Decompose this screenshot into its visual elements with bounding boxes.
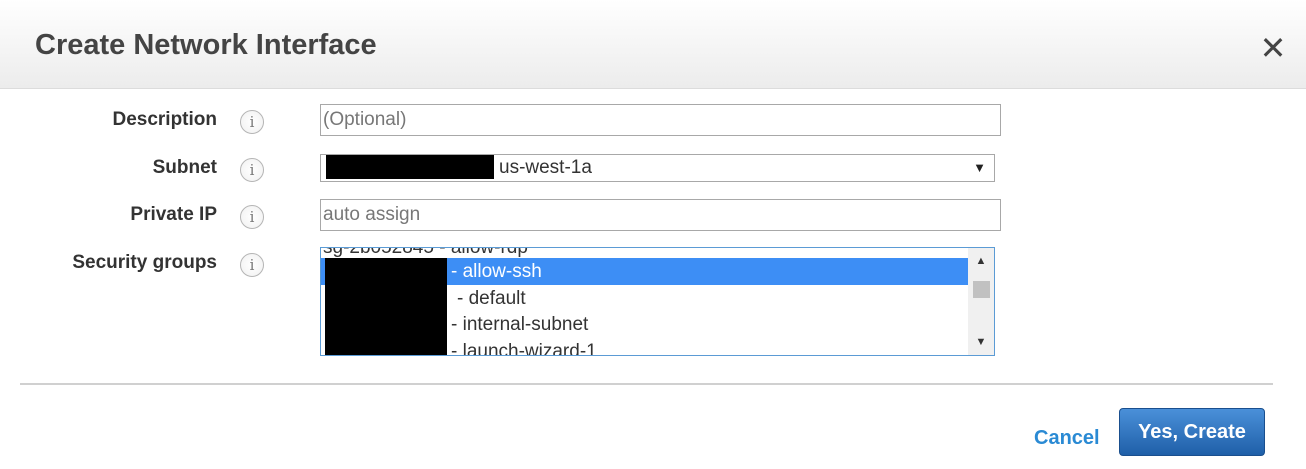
listbox-scrollbar[interactable]: ▲ ▼ xyxy=(968,248,994,355)
subnet-select[interactable]: us-west-1a ▼ xyxy=(320,154,995,182)
description-placeholder: (Optional) xyxy=(323,109,407,130)
dialog-title: Create Network Interface xyxy=(35,29,377,61)
private-ip-input[interactable]: auto assign xyxy=(320,199,1001,231)
security-groups-listbox[interactable]: sg-2b052845 - allow-rdp - allow-ssh - de… xyxy=(320,247,995,356)
redacted-subnet-id xyxy=(326,155,494,179)
subnet-info-icon[interactable]: i xyxy=(240,158,264,182)
yes-create-button[interactable]: Yes, Create xyxy=(1119,408,1265,456)
subnet-label: Subnet xyxy=(152,157,217,178)
security-groups-label: Security groups xyxy=(72,252,217,273)
dialog-header: Create Network Interface ✕ xyxy=(0,0,1306,89)
subnet-value: us-west-1a xyxy=(499,157,592,178)
private-ip-placeholder: auto assign xyxy=(323,204,421,225)
redacted-security-group-ids xyxy=(325,258,447,355)
private-ip-label: Private IP xyxy=(130,204,217,225)
description-label: Description xyxy=(112,109,217,130)
security-groups-info-icon[interactable]: i xyxy=(240,253,264,277)
close-icon[interactable]: ✕ xyxy=(1258,32,1288,64)
cancel-button[interactable]: Cancel xyxy=(1034,427,1100,450)
description-info-icon[interactable]: i xyxy=(240,110,264,134)
description-input[interactable]: (Optional) xyxy=(320,104,1001,136)
scrollbar-thumb[interactable] xyxy=(973,281,990,298)
footer-divider xyxy=(20,383,1273,385)
chevron-down-icon[interactable]: ▼ xyxy=(973,155,986,181)
scroll-down-arrow-icon[interactable]: ▼ xyxy=(968,333,994,351)
scroll-up-arrow-icon[interactable]: ▲ xyxy=(968,252,994,270)
private-ip-info-icon[interactable]: i xyxy=(240,205,264,229)
